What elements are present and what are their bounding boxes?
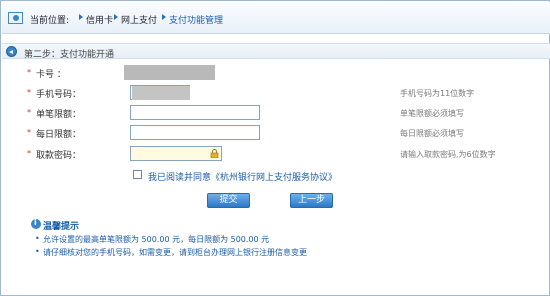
daily-limit-row: * 每日限额： 每日限额必须填写 bbox=[1, 125, 550, 141]
tip-line-phone: 请仔细核对您的手机号码，如需变更，请到柜台办理网上银行注册信息变更 bbox=[43, 248, 307, 257]
lock-icon bbox=[210, 149, 219, 158]
card-row: * 卡号 ： bbox=[1, 65, 550, 81]
breadcrumb-item-credit-card[interactable]: 信用卡 bbox=[86, 13, 113, 26]
phone-hint: 手机号码为11位数字 bbox=[400, 89, 475, 98]
back-button[interactable]: 上一步 bbox=[290, 193, 333, 208]
agreement-row: 我已阅读并同意《杭州银行网上支付服务协议》 bbox=[133, 169, 433, 183]
phone-label: 手机号码： bbox=[36, 90, 82, 100]
step-title: 第二步：支付功能开通 bbox=[24, 50, 115, 60]
step-arrow-icon bbox=[6, 46, 17, 57]
single-limit-label: 单笔限额： bbox=[36, 110, 82, 120]
breadcrumb-item-online-payment[interactable]: 网上支付 bbox=[121, 13, 157, 26]
step-header: 第二步：支付功能开通 bbox=[2, 43, 550, 60]
breadcrumb-item-payment-management[interactable]: 支付功能管理 bbox=[169, 13, 223, 26]
card-number-masked bbox=[124, 65, 215, 80]
page-frame: 当前位置: 信用卡 网上支付 支付功能管理 第二步：支付功能开通 * 卡号 ： … bbox=[0, 0, 550, 296]
info-icon bbox=[31, 218, 41, 229]
password-row: * 取款密码： 请输入取款密码,为6位数字 bbox=[1, 146, 550, 162]
phone-masked bbox=[132, 86, 190, 100]
card-label: 卡号 ： bbox=[36, 70, 66, 80]
required-mark: * bbox=[27, 108, 31, 117]
single-limit-row: * 单笔限额： 单笔限额必须填写 bbox=[1, 105, 550, 121]
phone-row: * 手机号码： 手机号码为11位数字 bbox=[1, 85, 550, 101]
tips-title: 温馨提示 bbox=[43, 222, 80, 232]
password-label: 取款密码： bbox=[36, 151, 82, 161]
single-limit-hint: 单笔限额必须填写 bbox=[400, 109, 464, 118]
bullet-icon: • bbox=[35, 247, 40, 256]
location-icon bbox=[8, 12, 23, 24]
password-hint: 请输入取款密码,为6位数字 bbox=[400, 150, 496, 159]
breadcrumb-arrow-icon bbox=[79, 14, 83, 20]
daily-limit-label: 每日限额： bbox=[36, 130, 82, 140]
daily-limit-hint: 每日限额必须填写 bbox=[400, 129, 464, 138]
breadcrumb-arrow-icon bbox=[114, 14, 118, 20]
required-mark: * bbox=[27, 68, 31, 77]
password-input[interactable] bbox=[130, 146, 222, 161]
breadcrumb-arrow-icon bbox=[162, 14, 166, 20]
breadcrumb-prefix: 当前位置: bbox=[30, 16, 70, 26]
agreement-link[interactable]: 我已阅读并同意《杭州银行网上支付服务协议》 bbox=[148, 170, 337, 183]
daily-limit-input[interactable] bbox=[130, 125, 260, 140]
single-limit-input[interactable] bbox=[130, 105, 260, 120]
required-mark: * bbox=[27, 128, 31, 137]
bullet-icon: • bbox=[35, 234, 40, 243]
breadcrumb: 当前位置: 信用卡 网上支付 支付功能管理 bbox=[2, 2, 550, 34]
agreement-checkbox[interactable] bbox=[133, 170, 142, 179]
required-mark: * bbox=[27, 149, 31, 158]
tip-line-limit: 允许设置的最高单笔限额为 500.00 元，每日限额为 500.00 元 bbox=[43, 235, 270, 244]
submit-button[interactable]: 提交 bbox=[207, 193, 250, 208]
required-mark: * bbox=[27, 88, 31, 97]
